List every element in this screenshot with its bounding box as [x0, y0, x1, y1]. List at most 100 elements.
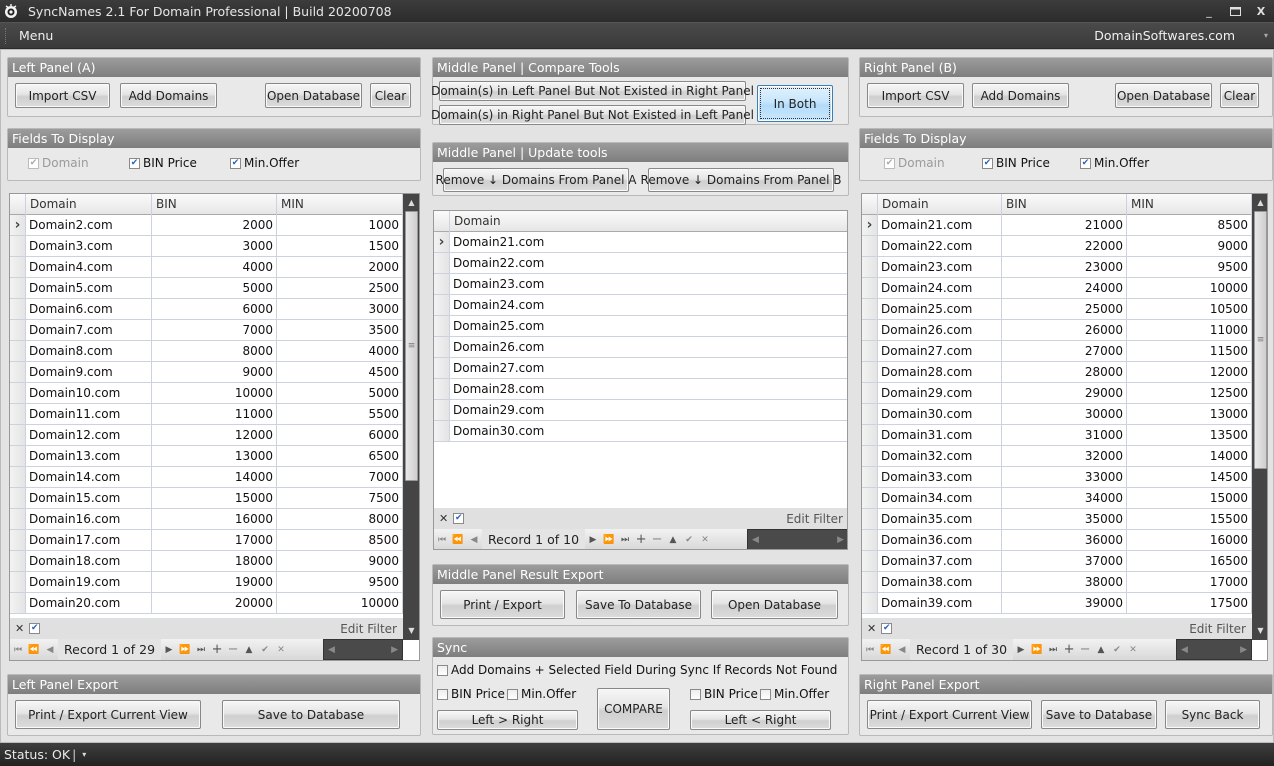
table-cell-min[interactable]: 5500 [277, 404, 403, 424]
scroll-right-icon[interactable]: ▶ [391, 645, 398, 655]
table-row[interactable]: Domain18.com 18000 9000 [10, 551, 403, 572]
left-field-domain-checkbox[interactable]: ✔ Domain [28, 156, 89, 170]
row-indicator[interactable] [434, 421, 450, 441]
column-header-domain[interactable]: Domain [26, 194, 152, 215]
right-not-in-left-button[interactable]: Domain(s) in Right Panel But Not Existed… [431, 105, 754, 125]
table-row[interactable]: Domain3.com 3000 1500 [10, 236, 403, 257]
row-indicator[interactable] [862, 509, 878, 529]
table-cell-bin[interactable]: 27000 [1002, 341, 1127, 361]
row-indicator[interactable] [434, 295, 450, 315]
table-cell-domain[interactable]: Domain35.com [878, 509, 1002, 529]
filter-enable-checkbox[interactable]: ✔ [29, 623, 41, 634]
minimize-button[interactable]: _ [1202, 4, 1216, 18]
edit-filter-link[interactable]: Edit Filter [786, 512, 843, 526]
table-cell-min[interactable]: 12500 [1127, 383, 1252, 403]
table-row[interactable]: Domain12.com 12000 6000 [10, 425, 403, 446]
toolbar-grip[interactable] [5, 27, 8, 44]
edit-record-icon[interactable]: ▲ [241, 645, 257, 655]
table-row[interactable]: Domain22.com [434, 253, 847, 274]
scroll-right-icon[interactable]: ▶ [837, 535, 844, 545]
chevron-down-icon[interactable]: ▾ [1264, 31, 1268, 40]
table-cell-bin[interactable]: 15000 [152, 488, 277, 508]
row-indicator[interactable] [10, 404, 26, 424]
table-cell-bin[interactable]: 19000 [152, 572, 277, 592]
row-indicator[interactable] [10, 446, 26, 466]
row-indicator[interactable] [10, 257, 26, 277]
table-cell-bin[interactable]: 30000 [1002, 404, 1127, 424]
table-cell-domain[interactable]: Domain10.com [26, 383, 152, 403]
column-header-domain[interactable]: Domain [878, 194, 1002, 215]
next-page-icon[interactable]: ⏩ [1029, 645, 1045, 655]
table-cell-domain[interactable]: Domain3.com [26, 236, 152, 256]
column-header-domain[interactable]: Domain [450, 211, 847, 232]
prev-page-icon[interactable]: ⏪ [26, 645, 42, 655]
table-cell-min[interactable]: 17000 [1127, 572, 1252, 592]
clear-filter-icon[interactable]: ✕ [439, 512, 448, 525]
table-cell-bin[interactable]: 26000 [1002, 320, 1127, 340]
table-cell-domain[interactable]: Domain23.com [878, 257, 1002, 277]
table-cell-bin[interactable]: 20000 [152, 593, 277, 613]
table-cell-bin[interactable]: 5000 [152, 278, 277, 298]
left-vertical-scrollbar[interactable]: ▲ ≡ ▼ [403, 194, 419, 640]
table-cell-min[interactable]: 10000 [277, 593, 403, 613]
edit-record-icon[interactable]: ▲ [1093, 645, 1109, 655]
column-header-min[interactable]: MIN [277, 194, 403, 215]
remove-from-panel-a-button[interactable]: Remove ↓ Domains From Panel A [436, 168, 636, 192]
table-cell-bin[interactable]: 32000 [1002, 446, 1127, 466]
table-cell-min[interactable]: 7500 [277, 488, 403, 508]
row-indicator[interactable] [10, 236, 26, 256]
table-row[interactable]: › Domain2.com 2000 1000 [10, 215, 403, 236]
table-row[interactable]: Domain39.com 39000 17500 [862, 593, 1252, 614]
table-cell-min[interactable]: 1000 [277, 215, 403, 235]
table-cell-bin[interactable]: 17000 [152, 530, 277, 550]
sync-left-bin-checkbox[interactable]: BIN Price [437, 687, 505, 701]
add-if-not-found-checkbox[interactable]: Add Domains + Selected Field During Sync… [437, 663, 837, 677]
table-row[interactable]: Domain13.com 13000 6500 [10, 446, 403, 467]
table-cell-min[interactable]: 14000 [1127, 446, 1252, 466]
right-clear-button[interactable]: Clear [1220, 83, 1259, 108]
row-indicator[interactable] [10, 488, 26, 508]
table-row[interactable]: Domain26.com [434, 337, 847, 358]
table-row[interactable]: Domain20.com 20000 10000 [10, 593, 403, 614]
table-row[interactable]: Domain11.com 11000 5500 [10, 404, 403, 425]
right-field-bin-checkbox[interactable]: ✔ BIN Price [982, 156, 1050, 170]
table-cell-bin[interactable]: 13000 [152, 446, 277, 466]
last-record-icon[interactable]: ⏭ [193, 645, 209, 655]
scroll-up-icon[interactable]: ▲ [403, 194, 419, 211]
next-record-icon[interactable]: ▶ [161, 645, 177, 655]
table-cell-domain[interactable]: Domain20.com [26, 593, 152, 613]
left-horizontal-scrollbar[interactable]: ◀ ▶ [323, 639, 403, 660]
left-add-domains-button[interactable]: Add Domains [120, 83, 217, 108]
table-cell-domain[interactable]: Domain7.com [26, 320, 152, 340]
delete-record-icon[interactable]: − [1077, 642, 1093, 657]
end-edit-icon[interactable]: ✔ [681, 535, 697, 545]
row-indicator[interactable] [862, 530, 878, 550]
table-cell-min[interactable]: 2000 [277, 257, 403, 277]
row-indicator[interactable] [10, 362, 26, 382]
table-row[interactable]: Domain35.com 35000 15500 [862, 509, 1252, 530]
table-cell-domain[interactable]: Domain26.com [878, 320, 1002, 340]
table-cell-bin[interactable]: 3000 [152, 236, 277, 256]
row-indicator[interactable] [10, 593, 26, 613]
table-cell-bin[interactable]: 33000 [1002, 467, 1127, 487]
scroll-thumb[interactable]: ≡ [1254, 211, 1267, 469]
cancel-edit-icon[interactable]: ✕ [697, 535, 713, 545]
table-cell-domain[interactable]: Domain37.com [878, 551, 1002, 571]
table-cell-min[interactable]: 13000 [1127, 404, 1252, 424]
edit-filter-link[interactable]: Edit Filter [1189, 622, 1246, 636]
table-row[interactable]: Domain7.com 7000 3500 [10, 320, 403, 341]
scroll-left-icon[interactable]: ◀ [752, 535, 759, 545]
table-cell-domain[interactable]: Domain32.com [878, 446, 1002, 466]
table-cell-domain[interactable]: Domain25.com [878, 299, 1002, 319]
table-row[interactable]: Domain16.com 16000 8000 [10, 509, 403, 530]
scroll-left-icon[interactable]: ◀ [328, 645, 335, 655]
left-save-database-button[interactable]: Save to Database [222, 700, 400, 729]
table-row[interactable]: Domain24.com 24000 10000 [862, 278, 1252, 299]
sync-right-min-checkbox[interactable]: Min.Offer [760, 687, 829, 701]
cancel-edit-icon[interactable]: ✕ [273, 645, 289, 655]
scroll-thumb[interactable]: ≡ [405, 211, 418, 481]
table-cell-min[interactable]: 10000 [1127, 278, 1252, 298]
table-cell-bin[interactable]: 9000 [152, 362, 277, 382]
table-cell-min[interactable]: 8000 [277, 509, 403, 529]
table-cell-min[interactable]: 5000 [277, 383, 403, 403]
